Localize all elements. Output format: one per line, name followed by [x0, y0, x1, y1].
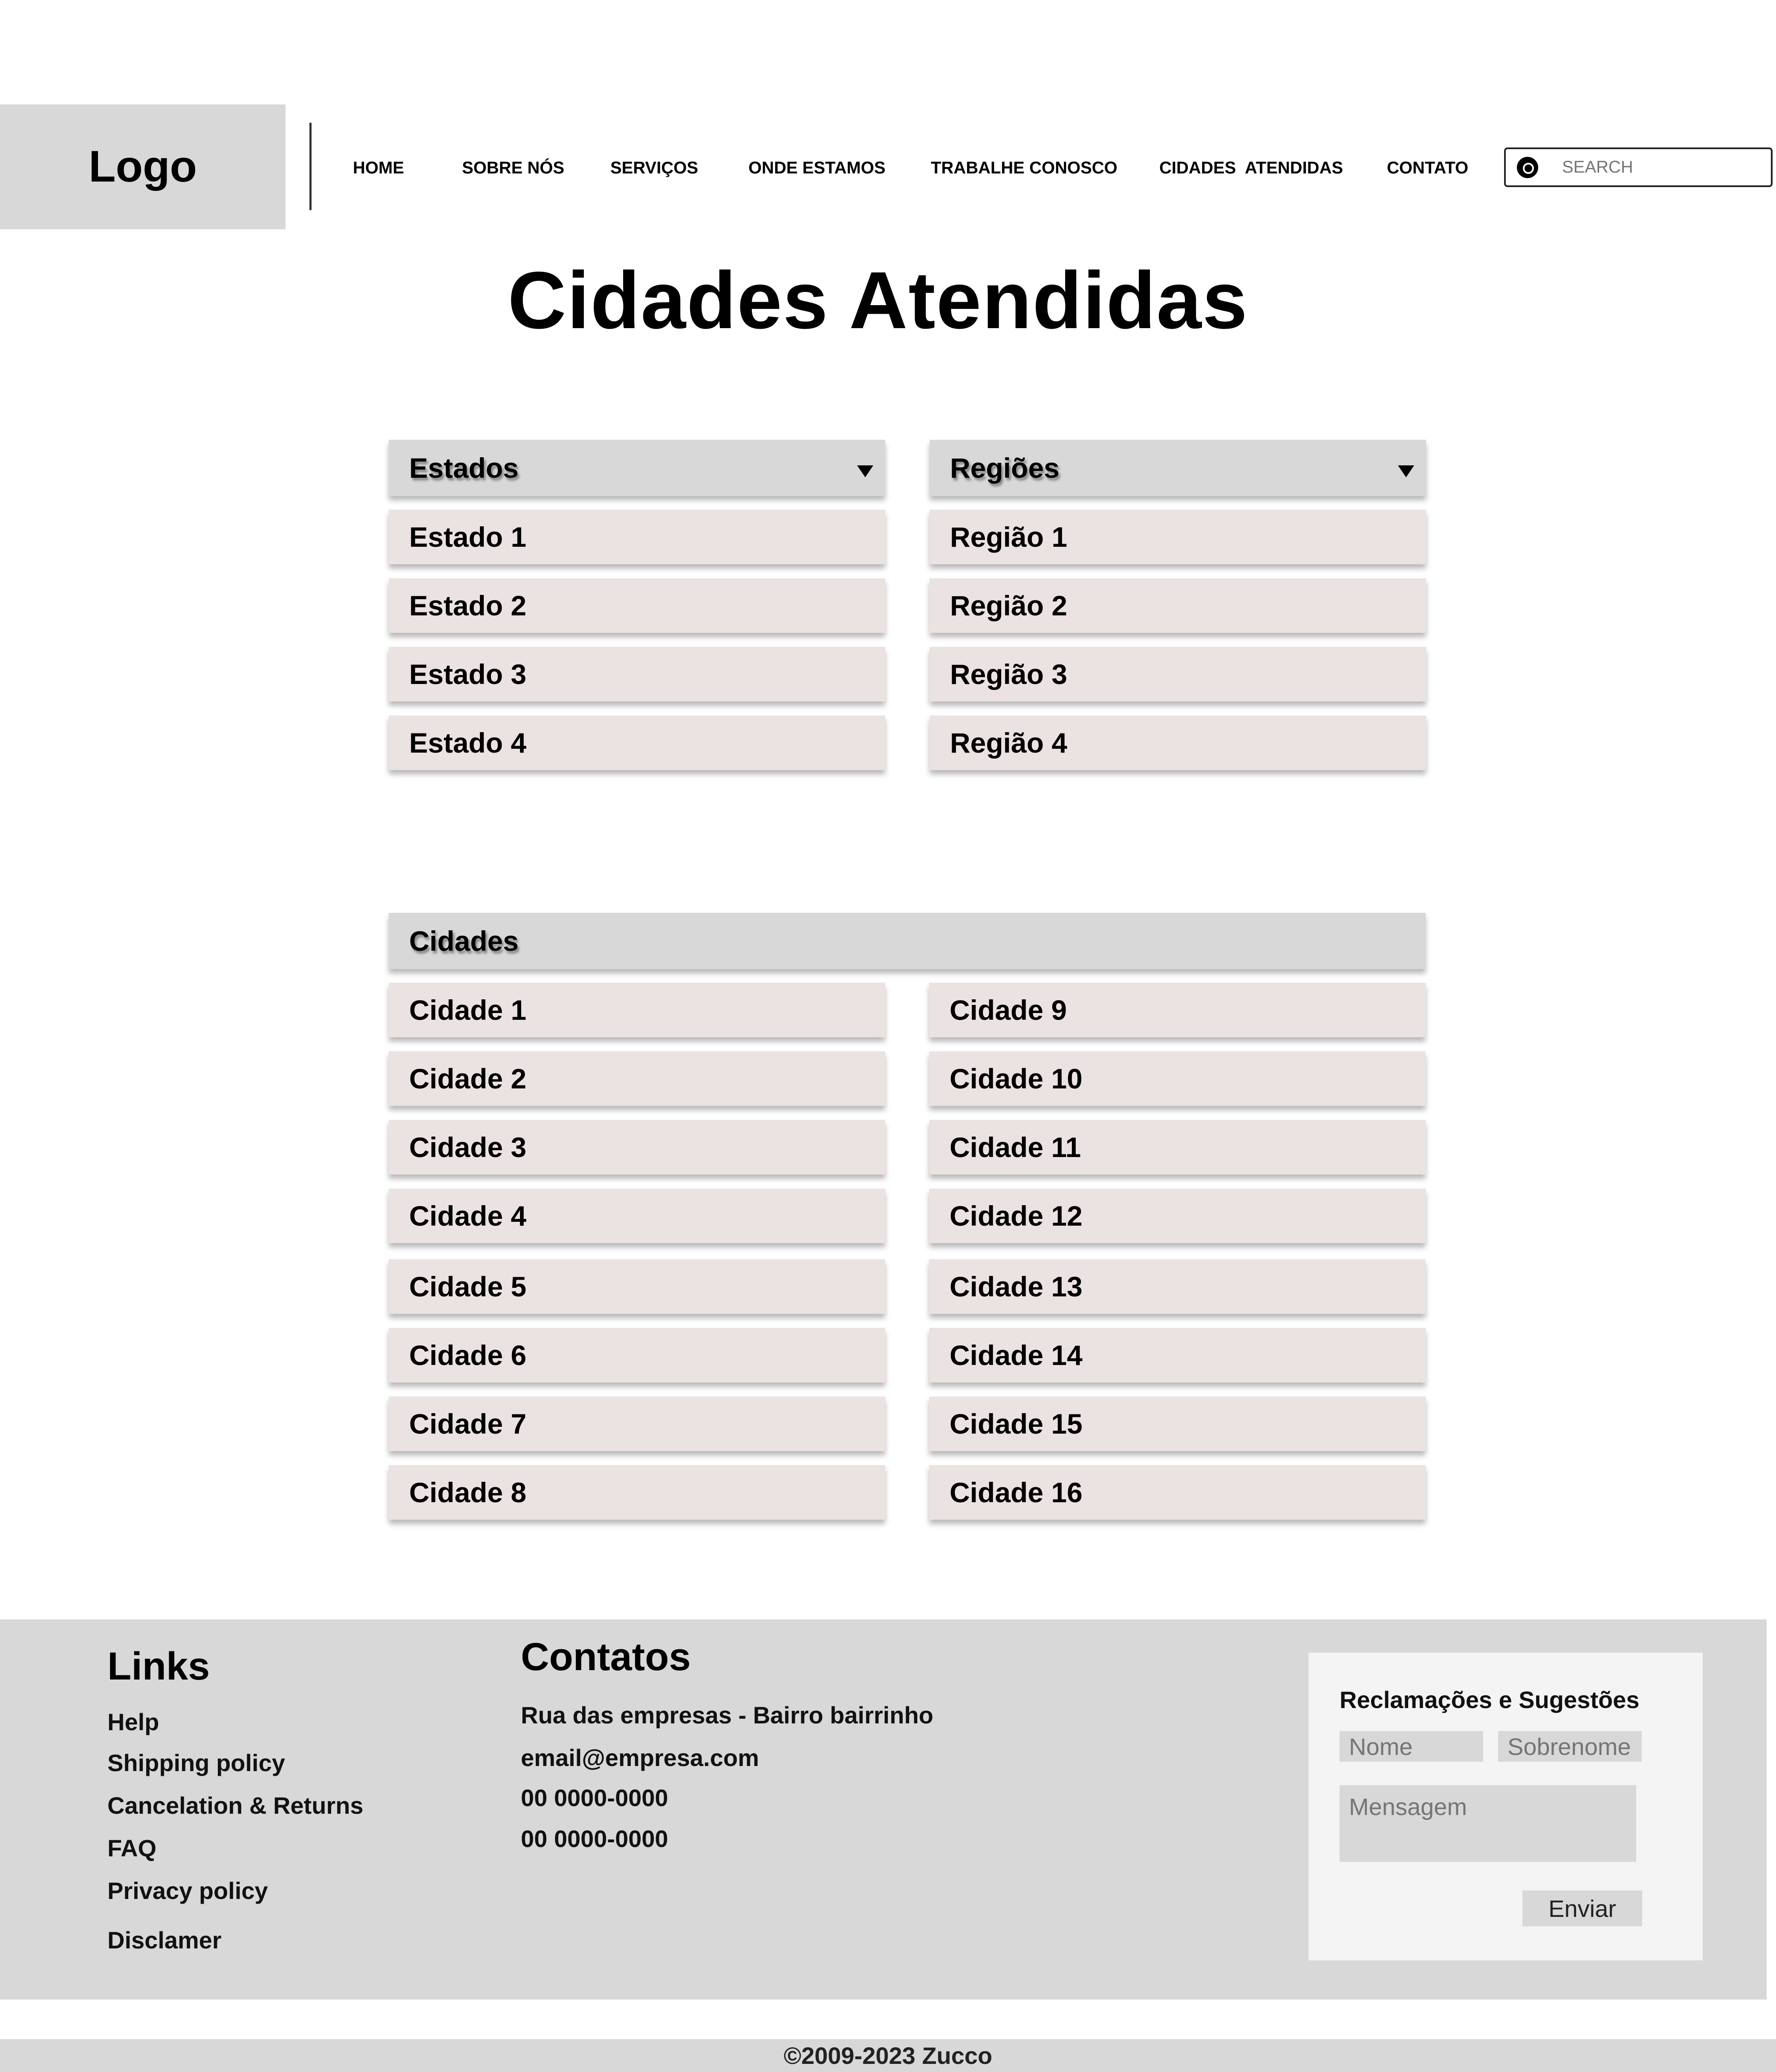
feedback-form-title: Reclamações e Sugestões [1340, 1686, 1640, 1713]
contact-phone: 00 0000-0000 [521, 1825, 668, 1852]
estados-dropdown[interactable]: Estados [389, 440, 885, 496]
logo[interactable]: Logo [0, 104, 286, 229]
links-heading: Links [107, 1645, 210, 1688]
estados-label: Estados [409, 452, 519, 484]
compass-icon [1517, 156, 1538, 178]
cidade-item[interactable]: Cidade 15 [929, 1397, 1426, 1451]
regiao-item[interactable]: Região 2 [930, 578, 1426, 633]
cidades-label: Cidades [409, 925, 519, 957]
nav-contato[interactable]: CONTATO [1387, 159, 1468, 178]
regiao-item[interactable]: Região 3 [930, 647, 1426, 701]
cidade-item[interactable]: Cidade 8 [389, 1465, 885, 1520]
cidades-header: Cidades [389, 913, 1426, 969]
regiao-item[interactable]: Região 1 [930, 510, 1426, 564]
nav-onde-estamos[interactable]: ONDE ESTAMOS [748, 159, 886, 178]
last-name-field[interactable] [1498, 1731, 1642, 1762]
nav-sobre-nos[interactable]: SOBRE NÓS [462, 159, 564, 178]
page-title: Cidades Atendidas [508, 255, 1248, 346]
contact-phone: 00 0000-0000 [521, 1784, 668, 1811]
footer-link-shipping-policy[interactable]: Shipping policy [107, 1749, 285, 1777]
regioes-label: Regiões [950, 452, 1060, 484]
regiao-item[interactable]: Região 4 [930, 716, 1426, 770]
send-button[interactable]: Enviar [1522, 1890, 1642, 1926]
header-divider [309, 123, 312, 210]
cidade-item[interactable]: Cidade 5 [389, 1259, 885, 1314]
cidade-item[interactable]: Cidade 7 [389, 1397, 885, 1451]
estado-item[interactable]: Estado 2 [389, 578, 885, 633]
footer-link-faq[interactable]: FAQ [107, 1834, 156, 1862]
nav-servicos[interactable]: SERVIÇOS [610, 159, 698, 178]
regioes-dropdown[interactable]: Regiões [930, 440, 1426, 496]
first-name-field[interactable] [1340, 1731, 1483, 1762]
cidade-item[interactable]: Cidade 16 [929, 1465, 1426, 1520]
cidade-item[interactable]: Cidade 2 [389, 1051, 885, 1106]
search-input[interactable] [1562, 158, 1767, 177]
footer-link-cancelation-returns[interactable]: Cancelation & Returns [107, 1792, 364, 1819]
contact-email[interactable]: email@empresa.com [521, 1744, 759, 1772]
cidade-item[interactable]: Cidade 6 [389, 1328, 885, 1382]
cidade-item[interactable]: Cidade 3 [389, 1120, 885, 1175]
chevron-down-icon [1398, 465, 1414, 477]
cidade-item[interactable]: Cidade 9 [929, 983, 1426, 1037]
contacts-heading: Contatos [521, 1635, 691, 1679]
footer-link-disclamer[interactable]: Disclamer [107, 1926, 222, 1954]
cidade-item[interactable]: Cidade 1 [389, 983, 885, 1037]
search-box[interactable] [1504, 147, 1773, 187]
chevron-down-icon [857, 465, 873, 477]
nav-trabalhe-conosco[interactable]: TRABALHE CONOSCO [931, 159, 1118, 178]
cidade-item[interactable]: Cidade 13 [929, 1259, 1426, 1314]
copyright-bar: ©2009-2023 Zucco [0, 2039, 1776, 2072]
message-field[interactable] [1340, 1785, 1636, 1862]
nav-cidades-atendidas[interactable]: CIDADES ATENDIDAS [1159, 159, 1343, 178]
cidade-item[interactable]: Cidade 14 [929, 1328, 1426, 1382]
cidade-item[interactable]: Cidade 11 [929, 1120, 1426, 1175]
copyright-text: ©2009-2023 Zucco [783, 2042, 993, 2069]
cidade-item[interactable]: Cidade 10 [929, 1051, 1426, 1106]
contact-address: Rua das empresas - Bairro bairrinho [521, 1702, 933, 1729]
footer-link-privacy-policy[interactable]: Privacy policy [107, 1877, 268, 1905]
nav-home[interactable]: HOME [353, 159, 404, 178]
logo-text: Logo [88, 142, 197, 191]
estado-item[interactable]: Estado 1 [389, 510, 885, 564]
cidade-item[interactable]: Cidade 12 [929, 1189, 1426, 1243]
estado-item[interactable]: Estado 4 [389, 716, 885, 770]
estado-item[interactable]: Estado 3 [389, 647, 885, 701]
footer-link-help[interactable]: Help [107, 1708, 159, 1736]
cidade-item[interactable]: Cidade 4 [389, 1189, 885, 1243]
